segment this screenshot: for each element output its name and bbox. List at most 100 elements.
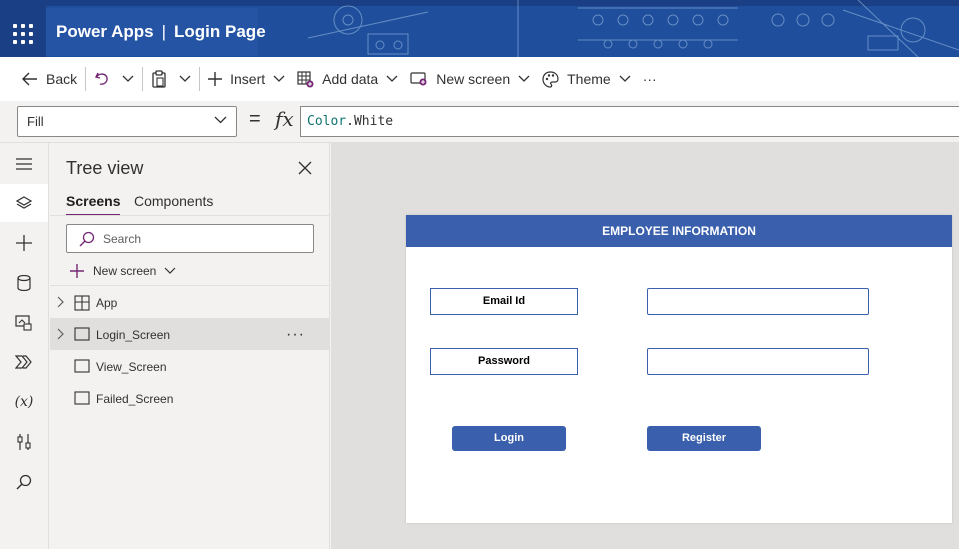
back-button[interactable]: Back	[16, 63, 83, 95]
tab-screens[interactable]: Screens	[66, 193, 121, 216]
plus-icon	[16, 235, 32, 251]
password-input[interactable]	[647, 348, 869, 375]
property-selector[interactable]: Fill	[17, 106, 237, 137]
chevron-down-icon	[518, 75, 530, 82]
close-icon[interactable]	[296, 159, 314, 177]
tree-search-input[interactable]: Search	[66, 224, 314, 253]
paste-dropdown[interactable]	[173, 63, 197, 95]
tree-view-button[interactable]	[0, 184, 48, 222]
fx-icon: fx	[275, 107, 294, 131]
formula-dot-token: .	[346, 114, 354, 129]
chevron-down-icon	[619, 75, 631, 82]
tree-item-view-screen[interactable]: View_Screen	[50, 350, 330, 382]
tree-item-label: App	[96, 296, 118, 310]
database-icon	[17, 275, 31, 291]
search-icon	[16, 474, 32, 490]
menu-button[interactable]	[0, 145, 48, 183]
media-icon	[15, 315, 32, 331]
clipboard-icon	[152, 70, 166, 88]
tools-icon	[17, 434, 31, 450]
divider	[142, 67, 144, 91]
tree-new-screen-button[interactable]: New screen	[69, 261, 176, 281]
more-icon: ···	[642, 71, 657, 87]
undo-button[interactable]	[88, 63, 116, 95]
employee-information-header[interactable]: EMPLOYEE INFORMATION	[406, 215, 952, 247]
divider	[199, 67, 201, 91]
tree-item-label: View_Screen	[96, 360, 167, 374]
new-screen-icon	[410, 72, 427, 86]
email-input[interactable]	[647, 288, 869, 315]
variables-icon: (x)	[14, 394, 34, 410]
chevron-down-icon	[164, 267, 176, 274]
insert-rail-button[interactable]	[0, 224, 48, 262]
tree-item-label: Failed_Screen	[96, 392, 174, 406]
plus-icon	[70, 264, 84, 278]
tab-divider	[50, 215, 330, 216]
email-label[interactable]: Email Id	[430, 288, 578, 315]
chevron-down-icon	[386, 75, 398, 82]
layers-icon	[16, 196, 32, 209]
plus-icon	[208, 72, 223, 86]
back-label: Back	[46, 71, 78, 87]
tree-view-panel: Tree view Screens Components Search New …	[50, 143, 330, 549]
chevron-right-icon[interactable]	[57, 296, 65, 308]
new-screen-menu[interactable]: New screen	[404, 63, 536, 95]
equals-sign: =	[249, 108, 261, 130]
hamburger-icon	[16, 158, 32, 170]
search-rail-button[interactable]	[0, 463, 48, 501]
undo-dropdown[interactable]	[116, 63, 140, 95]
formula-bar: Fill = fx Color.White	[0, 101, 959, 143]
advanced-tools-rail-button[interactable]	[0, 423, 48, 461]
formula-member-token: White	[353, 114, 394, 129]
add-data-label: Add data	[322, 71, 379, 87]
search-placeholder: Search	[103, 232, 142, 246]
register-button[interactable]: Register	[647, 426, 761, 451]
formula-object-token: Color	[307, 114, 347, 129]
formula-input[interactable]: Color.White	[300, 106, 959, 137]
paste-button[interactable]	[145, 63, 173, 95]
tree-item-app[interactable]: App	[50, 286, 330, 318]
theme-label: Theme	[567, 71, 611, 87]
tree-view-title: Tree view	[66, 158, 144, 178]
search-icon	[79, 231, 95, 247]
command-bar: Back Insert Add data New screen Theme ··…	[0, 57, 959, 101]
chevron-right-icon[interactable]	[57, 328, 65, 340]
app-launcher-icon[interactable]	[13, 24, 33, 44]
app-title: Power Apps | Login Page	[56, 22, 266, 42]
screen-icon	[74, 391, 90, 405]
tab-components[interactable]: Components	[134, 193, 213, 214]
chevron-down-icon	[214, 116, 227, 124]
left-rail: (x)	[0, 143, 49, 549]
app-header: Power Apps | Login Page	[0, 0, 959, 57]
password-label[interactable]: Password	[430, 348, 578, 375]
document-title: Login Page	[174, 22, 266, 41]
app-name: Power Apps	[56, 22, 154, 41]
back-arrow-icon	[22, 72, 37, 86]
new-screen-label: New screen	[93, 264, 157, 278]
add-data-icon	[297, 70, 314, 87]
add-data-menu[interactable]: Add data	[291, 63, 404, 95]
palette-icon	[542, 70, 559, 88]
tree-item-label: Login_Screen	[96, 328, 171, 342]
new-screen-label: New screen	[436, 71, 511, 87]
more-commands-button[interactable]: ···	[637, 63, 663, 95]
chevron-down-icon	[122, 75, 134, 82]
screen-icon	[74, 359, 90, 373]
login-screen-preview[interactable]: EMPLOYEE INFORMATION Email Id Password L…	[406, 215, 952, 523]
theme-menu[interactable]: Theme	[536, 63, 637, 95]
variables-rail-button[interactable]: (x)	[0, 383, 48, 421]
power-automate-rail-button[interactable]	[0, 343, 48, 381]
screen-icon	[74, 327, 90, 341]
tree-item-login-screen[interactable]: Login_Screen ···	[50, 318, 330, 350]
app-icon	[74, 295, 90, 311]
undo-icon	[95, 72, 108, 85]
power-automate-icon	[15, 355, 32, 369]
login-button[interactable]: Login	[452, 426, 566, 451]
more-options-icon[interactable]: ···	[286, 326, 305, 344]
chevron-down-icon	[273, 75, 285, 82]
media-rail-button[interactable]	[0, 304, 48, 342]
chevron-down-icon	[179, 75, 191, 82]
tree-item-failed-screen[interactable]: Failed_Screen	[50, 382, 330, 414]
insert-menu[interactable]: Insert	[202, 63, 291, 95]
data-rail-button[interactable]	[0, 264, 48, 302]
